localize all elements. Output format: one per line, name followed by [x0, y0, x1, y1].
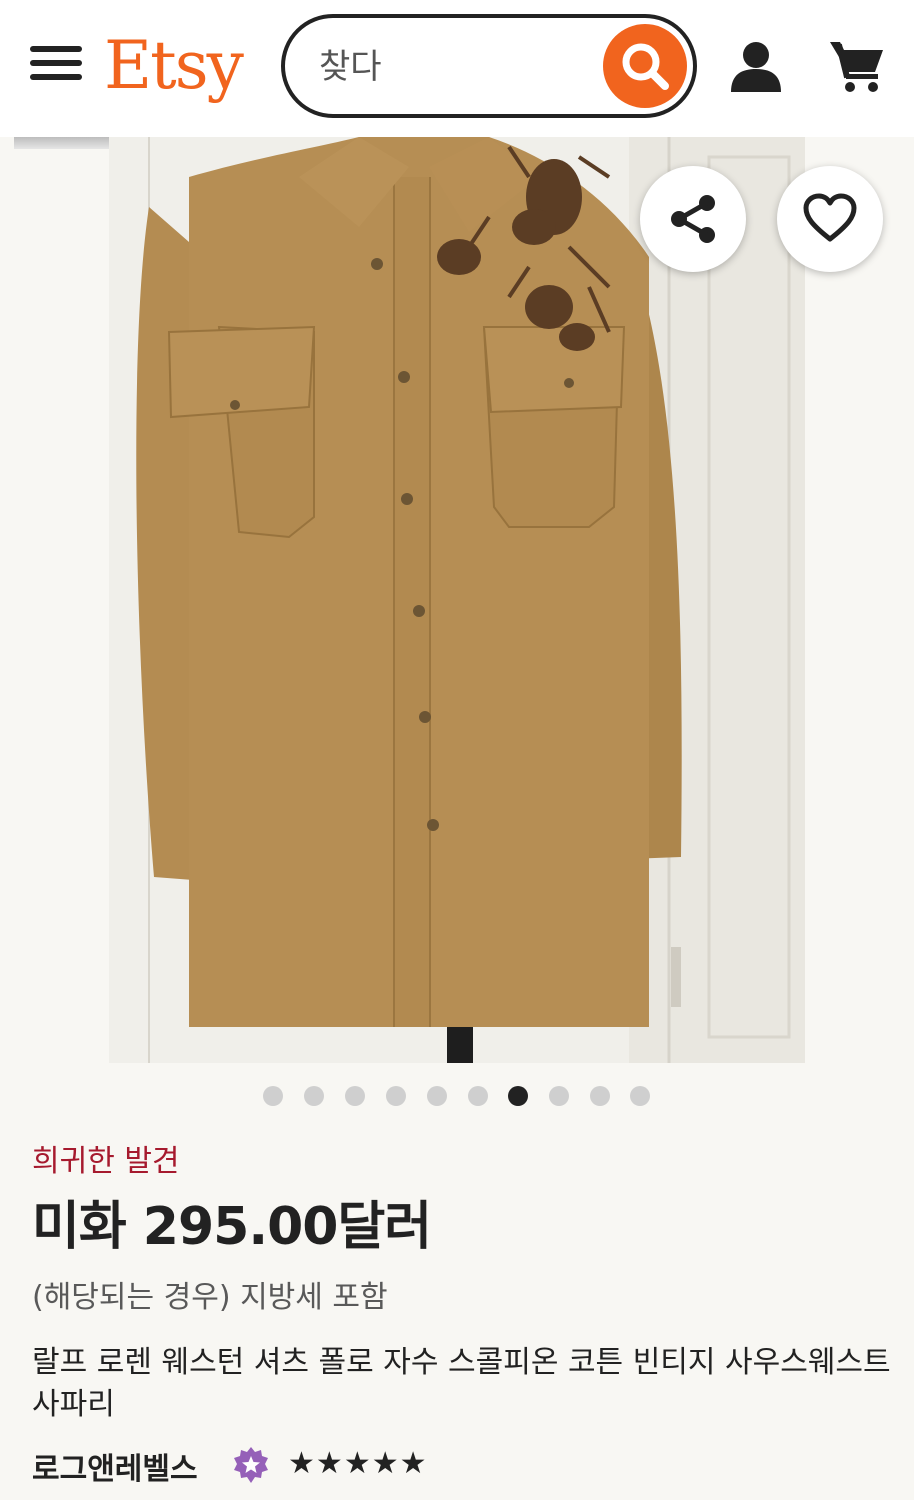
carousel-dot[interactable]	[427, 1086, 447, 1106]
search-button[interactable]	[603, 24, 687, 108]
carousel-dot[interactable]	[386, 1086, 406, 1106]
product-image[interactable]	[109, 137, 805, 1063]
star-icon: ★	[371, 1446, 399, 1481]
share-button[interactable]	[640, 166, 746, 272]
star-icon: ★	[399, 1446, 427, 1481]
search-input[interactable]	[317, 40, 601, 94]
cart-icon[interactable]	[828, 36, 886, 94]
carousel-dot[interactable]	[590, 1086, 610, 1106]
heart-icon	[803, 193, 857, 242]
carousel-dot[interactable]	[549, 1086, 569, 1106]
etsy-logo[interactable]: Etsy	[104, 22, 244, 110]
carousel-dot-active[interactable]	[508, 1086, 528, 1106]
menu-icon[interactable]	[30, 46, 82, 86]
user-icon[interactable]	[728, 38, 784, 94]
rating-stars: ★★★★★	[288, 1448, 428, 1480]
rare-find-badge: 희귀한 발견	[32, 1144, 180, 1179]
carousel-dot[interactable]	[345, 1086, 365, 1106]
search-bar	[281, 14, 697, 118]
listing-title: 랄프 로렌 웨스턴 셔츠 폴로 자수 스콜피온 코튼 빈티지 사우스웨스트 사파…	[32, 1345, 891, 1422]
carousel-dot[interactable]	[304, 1086, 324, 1106]
star-icon: ★	[315, 1446, 343, 1481]
share-icon	[671, 195, 715, 243]
shirt-illustration	[109, 137, 805, 1063]
carousel-dot[interactable]	[630, 1086, 650, 1106]
search-icon	[622, 43, 669, 90]
shop-name-link[interactable]: 로그앤레벨스	[32, 1444, 198, 1488]
carousel-dot[interactable]	[263, 1086, 283, 1106]
top-nav-bar: Etsy	[0, 0, 914, 137]
price: 미화 295.00달러	[32, 1197, 432, 1257]
favorite-button[interactable]	[777, 166, 883, 272]
star-icon: ★	[343, 1446, 371, 1481]
star-icon: ★	[288, 1446, 315, 1481]
tax-note: (해당되는 경우) 지방세 포함	[32, 1280, 388, 1315]
star-seller-icon	[232, 1446, 270, 1484]
carousel-dot[interactable]	[468, 1086, 488, 1106]
